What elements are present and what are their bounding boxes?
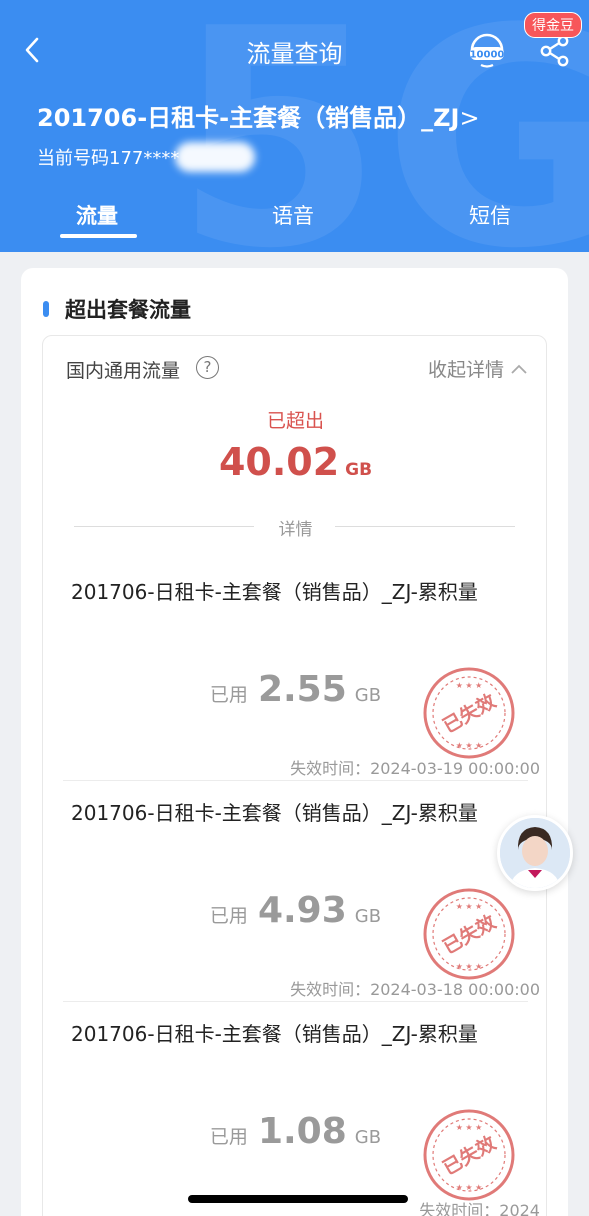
details-label: 详情 [278, 520, 313, 540]
exceeded-value: 40.02 [218, 440, 340, 484]
svg-text:★ ★ ★: ★ ★ ★ [456, 1123, 483, 1132]
used-value: 1.08 [257, 1111, 347, 1152]
item-divider [63, 780, 528, 781]
stamp-graphic: 已失效★ ★ ★★ ★ ★ [423, 667, 515, 759]
svg-text:已失效: 已失效 [439, 1131, 500, 1179]
item-name: 201706-日租卡-主套餐（销售品）_ZJ-累积量 [71, 801, 478, 825]
used-value: 2.55 [257, 669, 347, 710]
current-number: 当前号码177**** [37, 148, 180, 169]
exceeded-unit: GB [345, 460, 373, 480]
chevron-right-icon: > [459, 104, 480, 132]
share-icon [540, 35, 569, 67]
used-label: 已用 [209, 684, 248, 706]
svg-text:★ ★ ★: ★ ★ ★ [456, 962, 483, 971]
tab-sms[interactable]: 短信 [469, 200, 511, 230]
stamp-graphic: 已失效★ ★ ★★ ★ ★ [423, 888, 515, 980]
collapse-label: 收起详情 [427, 359, 504, 381]
exceeded-amount: 40.02 GB [43, 440, 548, 484]
customer-service-icon: 10000 [470, 33, 505, 68]
expire-time: 失效时间：2024 [419, 1201, 540, 1216]
used-label: 已用 [209, 905, 248, 927]
redaction-blur [175, 142, 255, 172]
assistant-avatar-icon [500, 818, 570, 888]
used-label: 已用 [209, 1126, 248, 1148]
used-unit: GB [354, 906, 382, 927]
list-item: 201706-日租卡-主套餐（销售品）_ZJ-累积量 已用 1.08 GB 已失效 ★… [43, 1021, 548, 1216]
list-item: 201706-日租卡-主套餐（销售品）_ZJ-累积量 已用 4.93 GB 已失效 ★… [43, 800, 548, 1020]
used-unit: GB [354, 1127, 382, 1148]
gold-bean-badge[interactable]: 得金豆 [524, 12, 582, 38]
assistant-avatar[interactable] [497, 815, 573, 891]
item-name: 201706-日租卡-主套餐（销售品）_ZJ-累积量 [71, 580, 478, 604]
item-name: 201706-日租卡-主套餐（销售品）_ZJ-累积量 [71, 1022, 478, 1046]
expired-stamp: 已失效 ★ ★ ★ ★ ★ ★ [422, 887, 516, 981]
divider-right [335, 526, 515, 527]
domestic-data-label: 国内通用流量 [66, 360, 181, 382]
expire-time: 失效时间：2024-03-18 00:00:00 [290, 980, 540, 999]
svg-text:★ ★ ★: ★ ★ ★ [456, 741, 483, 750]
svg-text:10000: 10000 [470, 50, 505, 61]
svg-text:★ ★ ★: ★ ★ ★ [456, 902, 483, 911]
svg-text:已失效: 已失效 [439, 689, 500, 737]
expired-stamp: 已失效 ★ ★ ★ ★ ★ ★ [422, 1108, 516, 1202]
share-button[interactable] [538, 34, 572, 68]
expire-time: 失效时间：2024-03-19 00:00:00 [290, 759, 540, 778]
overage-card: 超出套餐流量 国内通用流量 ? 收起详情 已超出 40.02 GB 详情 2017… [21, 268, 568, 1216]
svg-text:★ ★ ★: ★ ★ ★ [456, 681, 483, 690]
svg-text:已失效: 已失效 [439, 910, 500, 958]
section-title: 超出套餐流量 [65, 298, 191, 322]
tab-voice[interactable]: 语音 [272, 200, 314, 230]
domestic-data-panel: 国内通用流量 ? 收起详情 已超出 40.02 GB 详情 201706-日租卡-… [42, 335, 547, 1216]
plan-name-text: 201706-日租卡-主套餐（销售品）_ZJ [37, 104, 460, 132]
plan-name[interactable]: 201706-日租卡-主套餐（销售品）_ZJ> [37, 98, 480, 133]
item-divider [63, 1001, 528, 1002]
used-value: 4.93 [257, 890, 347, 931]
tab-data[interactable]: 流量 [76, 200, 118, 230]
list-item: 201706-日租卡-主套餐（销售品）_ZJ-累积量 已用 2.55 GB 已失效 ★… [43, 579, 548, 799]
expired-stamp: 已失效 ★ ★ ★ ★ ★ ★ [422, 666, 516, 760]
chevron-up-icon [511, 364, 527, 374]
used-unit: GB [354, 685, 382, 706]
home-indicator [188, 1195, 408, 1203]
svg-text:★ ★ ★: ★ ★ ★ [456, 1183, 483, 1192]
active-tab-indicator [60, 234, 137, 238]
help-icon[interactable]: ? [196, 356, 219, 379]
section-marker [43, 301, 49, 317]
header: 5G 流量查询 10000 得金豆 201706-日租卡-主套餐（销售品）_ZJ… [0, 0, 589, 252]
stamp-graphic: 已失效★ ★ ★★ ★ ★ [423, 1109, 515, 1201]
customer-service-button[interactable]: 10000 [467, 30, 507, 70]
collapse-details-button[interactable]: 收起详情 [428, 355, 528, 382]
exceeded-label: 已超出 [266, 410, 324, 432]
